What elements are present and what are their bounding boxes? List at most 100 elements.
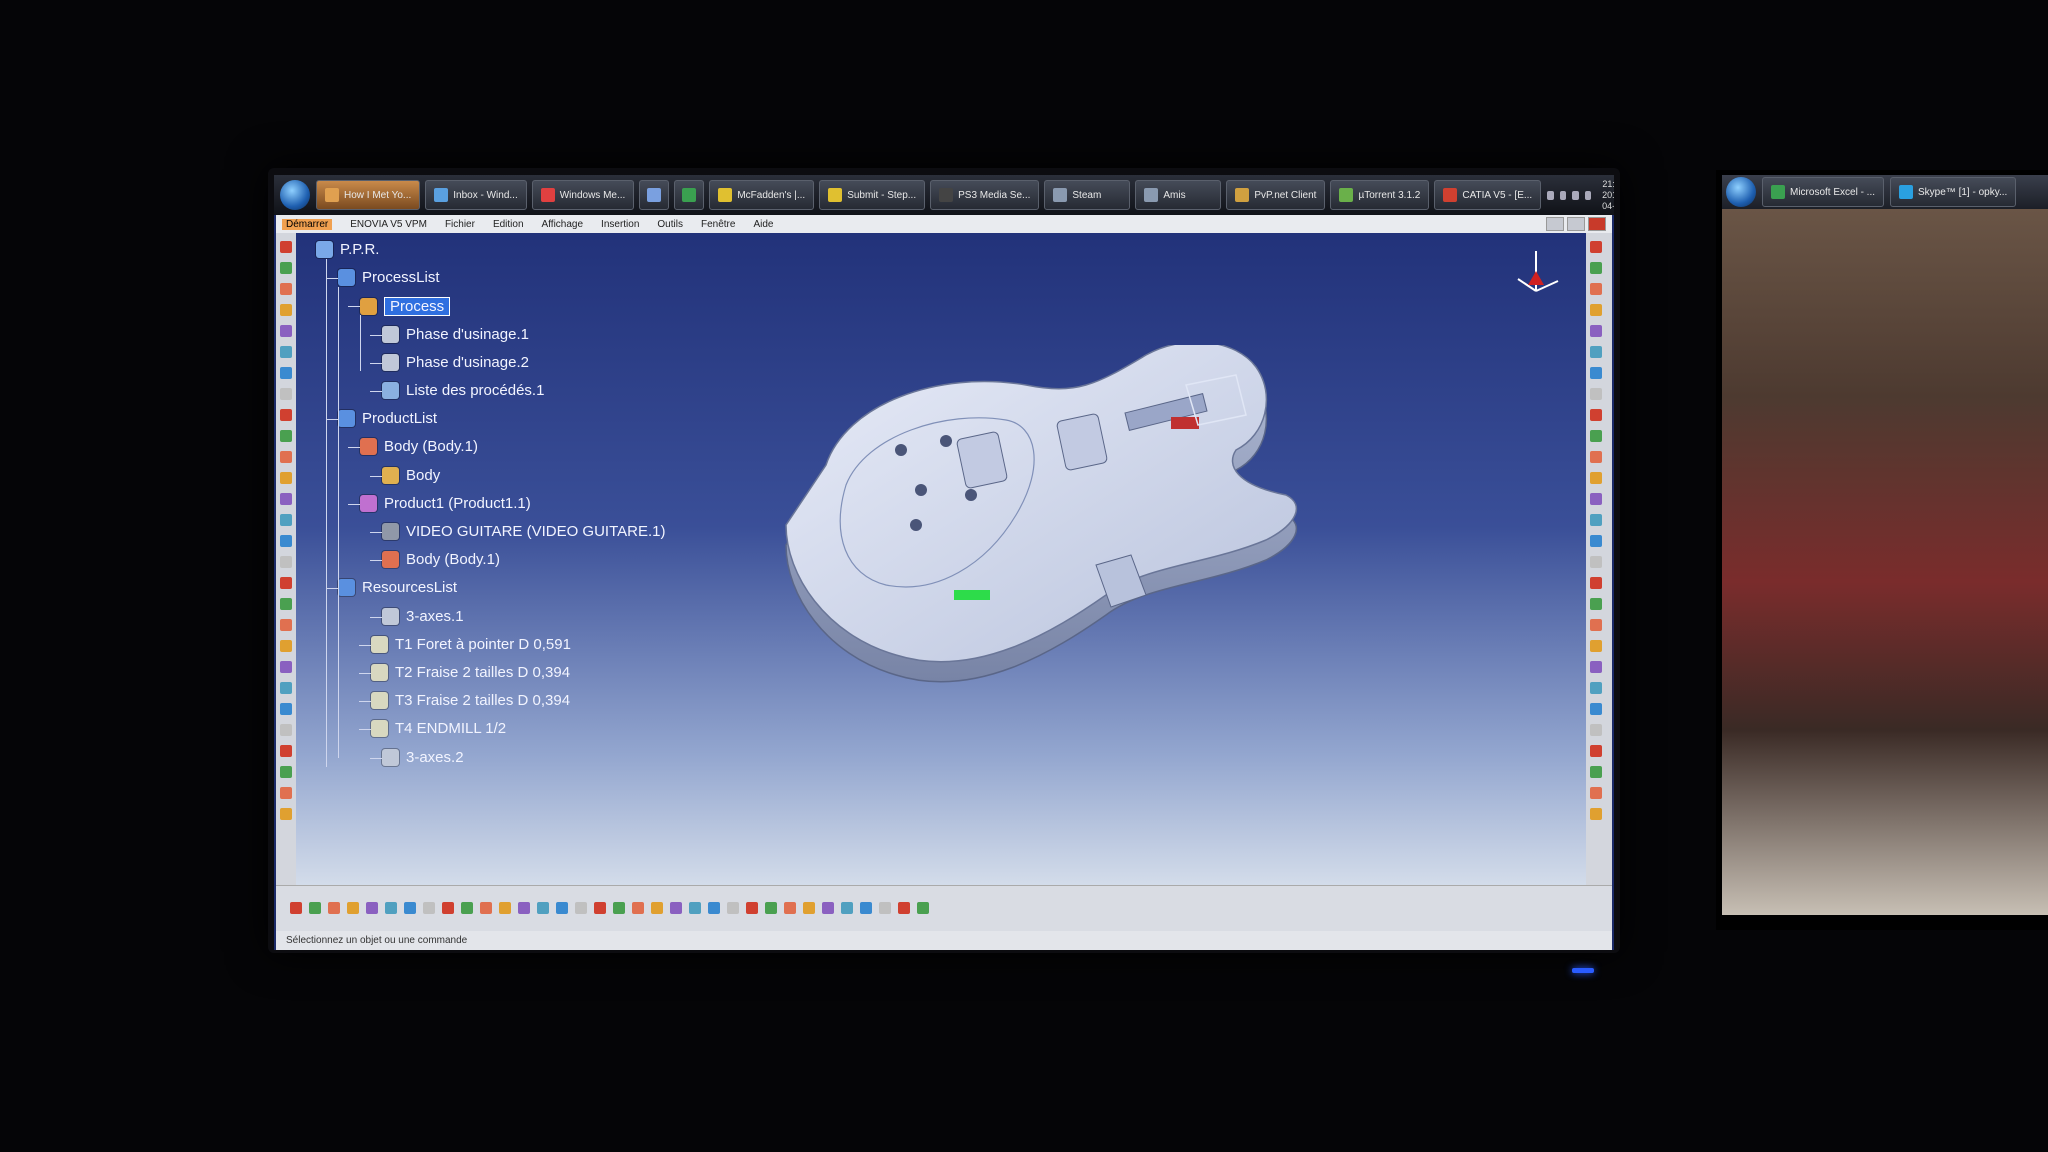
taskbar-button[interactable]: Skype™ [1] - opky...	[1890, 177, 2017, 207]
tool-icon[interactable]	[1590, 493, 1602, 505]
tool-icon[interactable]	[651, 902, 663, 914]
taskbar-button[interactable]: How I Met Yo...	[316, 180, 421, 210]
tool-icon[interactable]	[480, 902, 492, 914]
taskbar-button[interactable]: Inbox - Wind...	[425, 180, 527, 210]
tool-icon[interactable]	[803, 902, 815, 914]
tool-icon[interactable]	[898, 902, 910, 914]
tool-icon[interactable]	[1590, 325, 1602, 337]
tool-icon[interactable]	[280, 556, 292, 568]
taskbar-button[interactable]: Submit - Step...	[819, 180, 926, 210]
tool-icon[interactable]	[594, 902, 606, 914]
flag-icon[interactable]	[1572, 190, 1579, 200]
taskbar-button[interactable]	[674, 180, 705, 210]
start-button[interactable]	[1726, 177, 1756, 207]
menu-enovia[interactable]: ENOVIA V5 VPM	[350, 219, 427, 230]
tool-icon[interactable]	[280, 619, 292, 631]
tool-icon[interactable]	[280, 430, 292, 442]
tool-icon[interactable]	[280, 325, 292, 337]
taskbar-button[interactable]: McFadden's |...	[709, 180, 815, 210]
tool-icon[interactable]	[280, 304, 292, 316]
tree-node[interactable]: VIDEO GUITARE (VIDEO GUITARE.1)	[382, 523, 665, 540]
tool-icon[interactable]	[575, 902, 587, 914]
tool-icon[interactable]	[1590, 682, 1602, 694]
tool-icon[interactable]	[280, 577, 292, 589]
tool-icon[interactable]	[404, 902, 416, 914]
tool-icon[interactable]	[423, 902, 435, 914]
tool-icon[interactable]	[1590, 346, 1602, 358]
start-button[interactable]	[280, 180, 310, 210]
menu-fenetre[interactable]: Fenêtre	[701, 219, 735, 230]
tool-icon[interactable]	[280, 745, 292, 757]
tool-icon[interactable]	[1590, 388, 1602, 400]
tool-icon[interactable]	[917, 902, 929, 914]
tool-icon[interactable]	[689, 902, 701, 914]
tree-node[interactable]: T2 Fraise 2 tailles D 0,394	[371, 664, 570, 681]
minimize-button[interactable]	[1546, 217, 1564, 231]
tool-icon[interactable]	[280, 283, 292, 295]
tree-node[interactable]: Product1 (Product1.1)	[360, 494, 531, 512]
tool-icon[interactable]	[280, 388, 292, 400]
tool-icon[interactable]	[461, 902, 473, 914]
taskbar-button[interactable]: Windows Me...	[531, 180, 635, 210]
tool-icon[interactable]	[290, 902, 302, 914]
tree-node[interactable]: 3-axes.2	[382, 748, 464, 766]
tool-icon[interactable]	[1590, 556, 1602, 568]
tool-icon[interactable]	[280, 808, 292, 820]
tree-node[interactable]: T4 ENDMILL 1/2	[371, 720, 506, 738]
tool-icon[interactable]	[280, 640, 292, 652]
menu-insertion[interactable]: Insertion	[601, 219, 639, 230]
tool-icon[interactable]	[1590, 283, 1602, 295]
maximize-button[interactable]	[1567, 217, 1585, 231]
tree-node[interactable]: ProductList	[338, 410, 437, 428]
tool-icon[interactable]	[1590, 577, 1602, 589]
tree-node[interactable]: T1 Foret à pointer D 0,591	[371, 635, 571, 653]
tool-icon[interactable]	[280, 787, 292, 799]
tool-icon[interactable]	[366, 902, 378, 914]
tool-icon[interactable]	[309, 902, 321, 914]
tool-icon[interactable]	[765, 902, 777, 914]
tree-node[interactable]: Phase d'usinage.2	[382, 353, 529, 371]
tool-icon[interactable]	[280, 472, 292, 484]
tool-icon[interactable]	[280, 535, 292, 547]
tool-icon[interactable]	[1590, 787, 1602, 799]
tool-icon[interactable]	[1590, 661, 1602, 673]
tool-icon[interactable]	[518, 902, 530, 914]
tool-icon[interactable]	[1590, 430, 1602, 442]
clock[interactable]: 21:25 2012-04-18	[1597, 179, 1614, 212]
taskbar-button[interactable]	[639, 180, 670, 210]
taskbar-button[interactable]: CATIA V5 - [E...	[1434, 180, 1542, 210]
tool-icon[interactable]	[280, 451, 292, 463]
tree-node[interactable]: Phase d'usinage.1	[382, 325, 529, 343]
tool-icon[interactable]	[1590, 745, 1602, 757]
tray-icon[interactable]	[1559, 190, 1567, 200]
menu-edition[interactable]: Edition	[493, 219, 524, 230]
tool-icon[interactable]	[727, 902, 739, 914]
tool-icon[interactable]	[280, 409, 292, 421]
menu-outils[interactable]: Outils	[657, 219, 683, 230]
tree-node[interactable]: T3 Fraise 2 tailles D 0,394	[371, 692, 570, 710]
tool-icon[interactable]	[1590, 598, 1602, 610]
tray-icon[interactable]	[1547, 190, 1554, 200]
tool-icon[interactable]	[1590, 619, 1602, 631]
tool-icon[interactable]	[822, 902, 834, 914]
tree-node[interactable]: Body (Body.1)	[360, 438, 478, 456]
tool-icon[interactable]	[746, 902, 758, 914]
tool-icon[interactable]	[280, 262, 292, 274]
tool-icon[interactable]	[670, 902, 682, 914]
tool-icon[interactable]	[879, 902, 891, 914]
tool-icon[interactable]	[328, 902, 340, 914]
taskbar-button[interactable]: PvP.net Client	[1226, 180, 1326, 210]
tool-icon[interactable]	[1590, 724, 1602, 736]
tool-icon[interactable]	[280, 346, 292, 358]
tool-icon[interactable]	[1590, 703, 1602, 715]
tree-node[interactable]: ProcessList	[338, 269, 440, 287]
taskbar-button[interactable]: PS3 Media Se...	[930, 180, 1040, 210]
tool-icon[interactable]	[708, 902, 720, 914]
taskbar-button[interactable]: Microsoft Excel - ...	[1762, 177, 1885, 207]
tool-icon[interactable]	[556, 902, 568, 914]
guitar-body-model[interactable]	[766, 345, 1356, 725]
close-button[interactable]	[1588, 217, 1606, 231]
tool-icon[interactable]	[280, 703, 292, 715]
tool-icon[interactable]	[632, 902, 644, 914]
tool-icon[interactable]	[280, 598, 292, 610]
